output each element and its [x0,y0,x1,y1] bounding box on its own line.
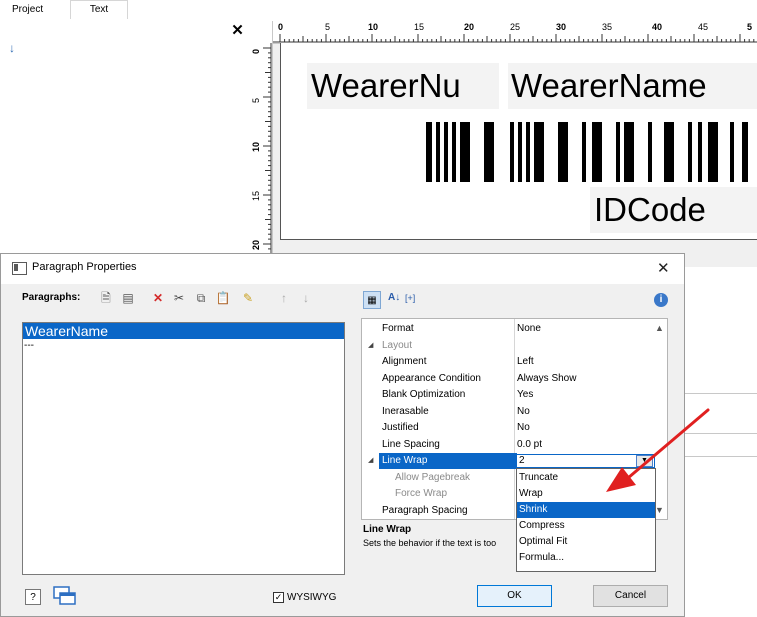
property-name: Format [382,323,414,334]
ruler-label: 45 [698,22,709,32]
move-up-icon[interactable]: ↑ [276,290,292,306]
property-name: Paragraph Spacing [382,504,468,516]
property-row[interactable]: Appearance Condition Always Show [362,371,655,387]
dropdown-option[interactable]: Compress [517,518,655,534]
property-row[interactable]: Inerasable No [362,404,655,420]
ruler-label: 15 [414,22,425,32]
property-value[interactable]: Left [517,354,534,370]
ruler-label: 15 [251,190,261,201]
dropdown-option[interactable]: Wrap [517,486,655,502]
chevron-down-icon[interactable]: ▼ [636,455,653,467]
cancel-button[interactable]: Cancel [593,585,668,607]
close-icon[interactable]: ✕ [230,23,245,38]
ruler-label: 20 [464,22,475,32]
delete-icon[interactable]: ✕ [150,290,166,306]
property-value[interactable]: Yes [517,387,533,403]
categorized-view-icon[interactable]: ▦ [363,291,381,309]
property-value[interactable]: No [517,404,530,420]
property-value[interactable]: No [517,420,530,436]
help-title: Line Wrap [363,524,412,535]
ruler-label: 0 [251,48,261,54]
property-name: Alignment [382,356,427,367]
dropdown-option[interactable]: Formula... [517,550,655,566]
divider [685,393,757,394]
help-text: Sets the behavior if the text is too [363,538,497,548]
help-icon[interactable]: ? [25,589,41,605]
property-name: Line Spacing [382,438,440,450]
ruler-label: 0 [278,22,284,32]
wysiwyg-label: WYSIWYG [287,592,337,604]
scroll-up-icon[interactable]: ▲ [655,323,664,333]
copy-icon[interactable]: ⧉ [193,290,209,306]
ruler-label: 10 [251,141,261,152]
new-paragraph-icon[interactable]: 🗎 [98,290,114,306]
collapse-icon[interactable]: ◢ [368,338,373,354]
ruler-label: 40 [652,22,663,32]
collapse-icon[interactable]: ◢ [368,453,373,469]
property-value[interactable]: 0.0 pt [517,437,542,453]
property-name: Layout [382,339,413,351]
property-name: Allow Pagebreak [395,471,471,483]
property-row[interactable]: Format None [362,321,655,337]
property-name: Line Wrap [382,455,428,466]
property-name: Inerasable [382,405,429,417]
ruler-label: 5 [251,97,261,103]
property-row[interactable]: Justified No [362,420,655,436]
property-value[interactable]: None [517,321,541,337]
cut-icon[interactable]: ✂ [171,290,187,306]
windows-icon[interactable] [53,586,77,606]
text-field-idcode[interactable]: IDCode [590,187,757,233]
close-icon[interactable]: ✕ [657,259,670,277]
app-tab-bar: Project Text [0,0,757,21]
background-panel [685,433,757,457]
ok-button[interactable]: OK [477,585,552,607]
scroll-down-icon[interactable]: ▼ [655,505,664,515]
dialog-title: Paragraph Properties [32,261,137,273]
dropdown-option-highlighted[interactable]: Shrink [517,502,655,518]
text-field-wearernu[interactable]: WearerNu [307,63,499,109]
paragraph-list[interactable] [22,322,345,575]
property-name: Blank Optimization [382,389,466,400]
vertical-ruler: 0 5 10 15 20 [250,21,273,267]
expand-all-icon[interactable]: [+] [405,293,415,303]
tab-project[interactable]: Project [4,0,51,20]
sort-alphabetical-icon[interactable]: A↓ [388,292,400,303]
ruler-label: 25 [510,22,521,32]
paste-icon[interactable]: 📋 [215,290,231,306]
list-item[interactable]: --- [24,340,34,351]
list-icon[interactable]: ▤ [120,290,136,306]
checkbox-checked-icon[interactable]: ✓ [273,592,284,603]
paragraphs-label: Paragraphs: [22,292,81,303]
property-name: Appearance Condition [382,372,481,384]
property-row[interactable]: ◢ Layout [362,338,655,354]
horizontal-ruler: 0 5 10 15 20 25 30 35 40 45 5 [250,21,757,44]
dropdown-option[interactable]: Optimal Fit [517,534,655,550]
property-row[interactable]: Line Spacing 0.0 pt [362,437,655,453]
arrow-down-icon[interactable]: ↓ [9,41,15,55]
line-wrap-value-field[interactable]: 2 [516,454,655,468]
ruler-label: 5 [325,22,331,32]
dropdown-option[interactable]: Truncate [517,470,655,486]
barcode[interactable] [424,122,757,182]
property-row[interactable]: Blank Optimization Yes [362,387,655,403]
window-icon [12,262,27,275]
property-name: Force Wrap [395,488,448,499]
property-name: Justified [382,422,419,433]
wysiwyg-checkbox[interactable]: ✓ WYSIWYG [273,592,336,603]
ruler-label: 10 [368,22,379,32]
property-value[interactable]: Always Show [517,371,576,387]
text-field-wearername[interactable]: WearerName [508,63,757,109]
ruler-label: 20 [251,239,261,250]
object-list-pane [0,21,251,266]
tab-text[interactable]: Text [70,0,128,19]
info-icon[interactable]: i [654,293,668,307]
list-item[interactable]: WearerName [23,323,344,339]
format-painter-icon[interactable]: ✎ [240,290,256,306]
ruler-label: 30 [556,22,567,32]
ruler-label: 35 [602,22,613,32]
move-down-icon[interactable]: ↓ [298,290,314,306]
ruler-label: 5 [747,22,753,32]
property-row[interactable]: Alignment Left [362,354,655,370]
